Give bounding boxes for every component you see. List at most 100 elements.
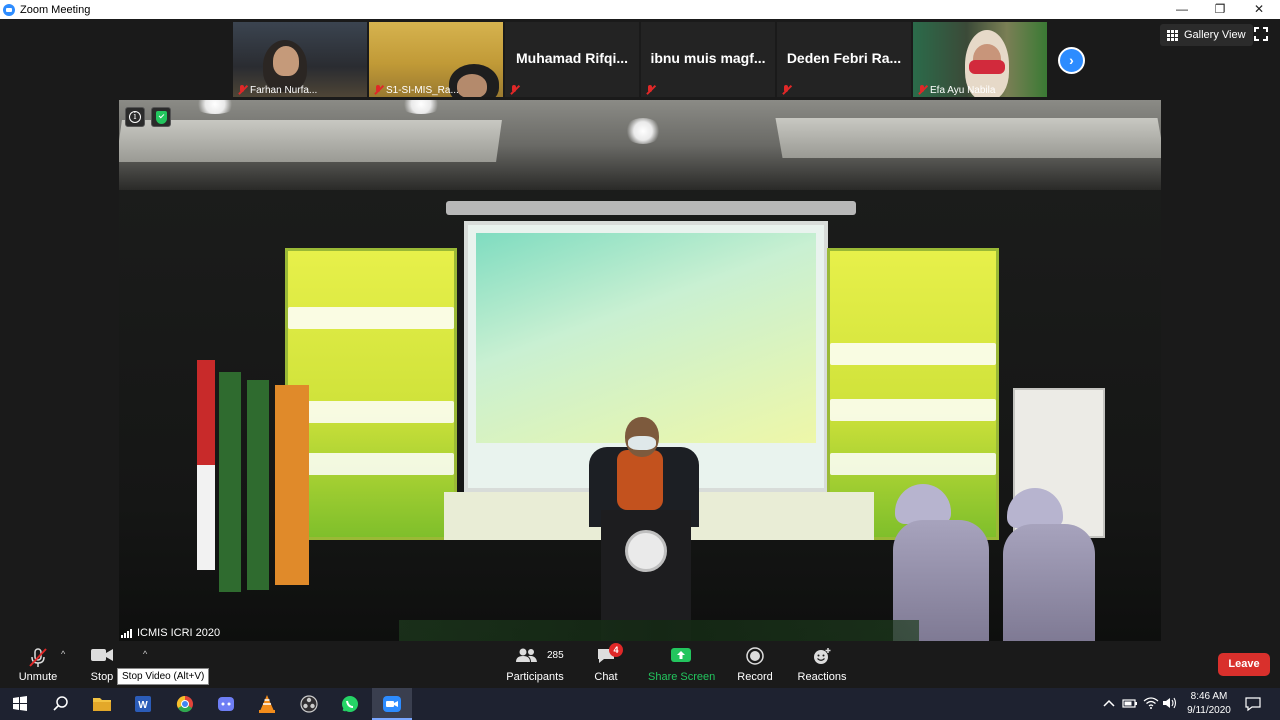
taskbar-file-explorer[interactable] (82, 688, 122, 720)
meeting-area: Farhan Nurfa... S1-SI-MIS_Ra... Muhamad … (0, 19, 1280, 641)
fullscreen-icon[interactable] (1254, 27, 1268, 41)
chrome-icon (176, 695, 193, 713)
participant-face (273, 46, 299, 76)
search-icon (53, 696, 68, 711)
leave-button[interactable]: Leave (1218, 653, 1270, 676)
gallery-view-label: Gallery View (1184, 29, 1246, 41)
taskbar-obs[interactable] (289, 688, 329, 720)
zoom-icon (383, 696, 401, 712)
stop-video-tooltip: Stop Video (Alt+V) (117, 668, 210, 685)
participant-mask (969, 60, 1005, 74)
grid-icon (1167, 29, 1178, 41)
close-button[interactable]: ✕ (1239, 0, 1279, 19)
video-banner-left (285, 248, 457, 540)
zoom-app-icon (3, 3, 15, 16)
video-flag (197, 360, 215, 570)
zoom-window: Zoom Meeting — ❐ ✕ Farhan Nurfa... S1-SI… (0, 0, 1280, 720)
video-floor-plants (399, 620, 919, 641)
meeting-info-button[interactable]: i (125, 107, 145, 127)
record-button[interactable]: Record (735, 641, 775, 688)
notifications-icon[interactable] (1245, 696, 1261, 720)
mic-muted-icon (373, 85, 383, 95)
taskbar-clock[interactable]: 8:46 AM 9/11/2020 (1178, 690, 1240, 718)
share-screen-icon (671, 648, 691, 662)
video-banner-band (830, 343, 996, 365)
encryption-button[interactable] (151, 107, 171, 127)
mic-muted-icon (917, 85, 927, 95)
taskbar-discord[interactable] (206, 688, 246, 720)
participant-tile[interactable]: S1-SI-MIS_Ra... (369, 22, 503, 97)
share-screen-button[interactable]: Share Screen (648, 641, 715, 688)
video-ceiling-panel (119, 120, 502, 162)
svg-text:W: W (138, 700, 148, 711)
video-flag (275, 385, 309, 585)
taskbar-word[interactable]: W (123, 688, 163, 720)
video-flag (247, 380, 269, 590)
taskbar-chrome[interactable] (165, 688, 205, 720)
participants-label: Participants (506, 671, 564, 683)
video-banner-band (288, 453, 454, 475)
emoji-add-icon (814, 648, 831, 664)
participant-tile[interactable]: Farhan Nurfa... (233, 22, 367, 97)
chat-button[interactable]: 4 Chat (586, 641, 626, 688)
signal-bars-icon (121, 628, 133, 638)
participant-name: Farhan Nurfa... (250, 84, 318, 96)
mic-muted-icon (645, 85, 655, 95)
mic-muted-icon (509, 85, 519, 95)
video-camera-icon (91, 649, 113, 661)
audio-options-caret[interactable]: ^ (61, 649, 65, 659)
mic-muted-icon (29, 648, 47, 667)
clock-date: 9/11/2020 (1187, 705, 1231, 716)
video-ceiling-panel (775, 118, 1161, 158)
vlc-icon (259, 695, 275, 713)
video-options-caret[interactable]: ^ (143, 649, 147, 659)
participant-tile[interactable]: Efa Ayu Nabila (913, 22, 1047, 97)
taskbar-vlc[interactable] (247, 688, 287, 720)
active-speaker-video[interactable]: i (119, 100, 1161, 641)
shield-check-icon (156, 111, 167, 124)
record-label: Record (737, 671, 773, 683)
next-page-button[interactable]: › (1058, 47, 1085, 74)
chat-unread-badge: 4 (609, 643, 623, 657)
participant-face (457, 74, 487, 97)
video-speaker-scarf (617, 450, 663, 510)
record-icon (746, 647, 764, 665)
search-button[interactable] (40, 688, 80, 720)
unmute-label: Unmute (18, 671, 58, 683)
participant-name-bar (641, 83, 655, 97)
video-banner-band (288, 307, 454, 329)
participant-name-large: ibnu muis magf... (650, 50, 766, 66)
participant-tile[interactable]: ibnu muis magf... (641, 22, 775, 97)
restore-button[interactable]: ❐ (1200, 0, 1240, 19)
participants-button[interactable]: 285 Participants (505, 641, 565, 688)
participant-name-bar: S1-SI-MIS_Ra... (369, 83, 459, 97)
participant-name: Efa Ayu Nabila (930, 84, 996, 96)
clock-time: 8:46 AM (1190, 691, 1228, 702)
video-attendee-body (1003, 524, 1095, 641)
window-title: Zoom Meeting (20, 3, 91, 16)
wifi-icon[interactable] (1143, 696, 1159, 720)
taskbar-whatsapp[interactable] (330, 688, 370, 720)
participant-tile[interactable]: Deden Febri Ra... (777, 22, 911, 97)
taskbar-zoom[interactable] (372, 688, 412, 720)
participant-name-bar (505, 83, 519, 97)
start-button[interactable] (0, 688, 40, 720)
folder-icon (93, 698, 111, 711)
tray-overflow-icon[interactable] (1102, 696, 1116, 720)
participant-tile[interactable]: Muhamad Rifqi... (505, 22, 639, 97)
video-banner-band (830, 399, 996, 421)
participant-name-bar: Efa Ayu Nabila (913, 83, 995, 97)
participant-name-large: Muhamad Rifqi... (516, 50, 628, 66)
gallery-view-button[interactable]: Gallery View (1160, 24, 1253, 46)
unmute-button[interactable]: Unmute (12, 641, 64, 688)
participants-count: 285 (547, 650, 564, 661)
battery-icon[interactable] (1122, 696, 1138, 720)
minimize-button[interactable]: — (1162, 0, 1202, 19)
video-light (624, 118, 662, 144)
video-speaker-mask (628, 436, 656, 450)
volume-icon[interactable] (1162, 696, 1178, 720)
word-icon: W (135, 696, 151, 712)
title-bar: Zoom Meeting — ❐ ✕ (0, 0, 1280, 19)
reactions-button[interactable]: Reactions (796, 641, 848, 688)
info-icon: i (129, 111, 141, 123)
